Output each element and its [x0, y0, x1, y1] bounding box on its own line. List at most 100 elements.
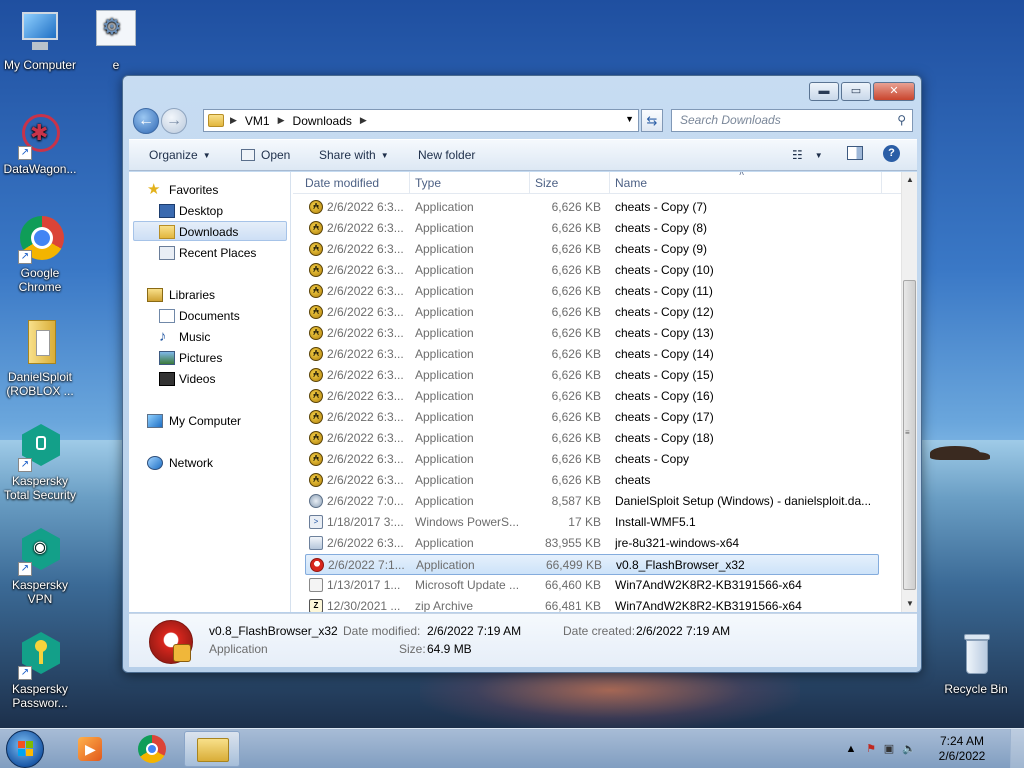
search-icon[interactable]: ⚲: [897, 110, 906, 131]
file-row[interactable]: ₳ 2/6/2022 6:3... Application 6,626 KB cheat…: [305, 449, 879, 470]
file-row[interactable]: ₳ 2/6/2022 6:3... Application 6,626 KB cheat…: [305, 344, 879, 365]
file-type: Application: [415, 410, 474, 424]
explorer-folder-icon: [197, 738, 229, 762]
show-desktop-button[interactable]: [1010, 729, 1024, 768]
desktop-icon-datawagon[interactable]: ✱ ↗ DataWagon...: [0, 112, 80, 176]
column-divider[interactable]: [409, 172, 410, 194]
file-row[interactable]: ₳ 2/6/2022 6:3... Application 6,626 KB cheat…: [305, 239, 879, 260]
nav-favorites[interactable]: ★ Favorites: [133, 180, 287, 200]
shortcut-arrow-icon: ↗: [18, 250, 32, 264]
breadcrumb-downloads[interactable]: Downloads: [293, 114, 352, 128]
file-row[interactable]: Z 12/30/2021 ... zip Archive 66,481 KB Win7A…: [305, 596, 879, 612]
nav-videos[interactable]: Videos: [133, 369, 287, 389]
file-row[interactable]: ₳ 2/6/2022 6:3... Application 6,626 KB cheat…: [305, 323, 879, 344]
file-name: jre-8u321-windows-x64: [615, 536, 740, 550]
taskbar-explorer[interactable]: [184, 731, 240, 767]
file-row[interactable]: ₳ 2/6/2022 6:3... Application 6,626 KB cheat…: [305, 281, 879, 302]
organize-button[interactable]: Organize ▼: [149, 148, 211, 162]
nav-music[interactable]: ♪ Music: [133, 327, 287, 347]
address-bar[interactable]: ▶ VM1 ▶ Downloads ▶ ▼: [203, 109, 639, 132]
file-row[interactable]: ₳ 2/6/2022 6:3... Application 6,626 KB cheat…: [305, 260, 879, 281]
file-row[interactable]: >1/18/2017 3:... Windows PowerS... 17 KB In…: [305, 512, 879, 533]
breadcrumb-chevron-icon[interactable]: ▶: [278, 115, 285, 126]
search-input[interactable]: Search Downloads ⚲: [671, 109, 913, 132]
taskbar: ▶ ▲ ⚑ ▣ 🔈 7:24 AM 2/6/2022: [0, 728, 1024, 768]
desktop-icon-recycle-bin[interactable]: Recycle Bin: [936, 632, 1016, 696]
column-divider[interactable]: [881, 172, 882, 194]
scroll-up-arrow-icon[interactable]: ▲: [902, 172, 917, 188]
show-hidden-icons-icon[interactable]: ▲: [844, 742, 858, 756]
file-row[interactable]: ₳ 2/6/2022 6:3... Application 6,626 KB cheat…: [305, 407, 879, 428]
share-with-button[interactable]: Share with ▼: [319, 148, 389, 162]
file-row[interactable]: 1/13/2017 1... Microsoft Update ... 66,460…: [305, 575, 879, 596]
refresh-button[interactable]: ⇆: [641, 109, 663, 132]
system-clock[interactable]: 7:24 AM 2/6/2022: [932, 734, 992, 764]
close-button[interactable]: ✕: [873, 82, 915, 101]
cheat-app-icon: ₳: [309, 473, 323, 487]
file-size: 6,626 KB: [551, 473, 601, 487]
desktop-icon-my-computer[interactable]: My Computer: [0, 8, 80, 72]
view-options-button[interactable]: ☷ ▼: [792, 148, 823, 162]
breadcrumb-vm1[interactable]: VM1: [245, 114, 270, 128]
nav-documents[interactable]: Documents: [133, 306, 287, 326]
minimize-button[interactable]: ▬: [809, 82, 839, 101]
file-size: 83,955 KB: [544, 536, 601, 550]
file-row[interactable]: ₳ 2/6/2022 6:3... Application 6,626 KB cheat…: [305, 428, 879, 449]
file-row[interactable]: ₳ 2/6/2022 6:3... Application 6,626 KB cheat…: [305, 470, 879, 491]
column-date-modified[interactable]: Date modified: [305, 176, 379, 190]
preview-pane-button[interactable]: [847, 146, 863, 163]
new-folder-button[interactable]: New folder: [418, 148, 475, 162]
desktop-icon-e[interactable]: ⚙ e: [76, 8, 156, 72]
nav-network[interactable]: Network: [133, 453, 287, 473]
file-size: 6,626 KB: [551, 284, 601, 298]
file-row[interactable]: ₳ 2/6/2022 6:3... Application 6,626 KB cheat…: [305, 218, 879, 239]
back-button[interactable]: ←: [133, 108, 159, 134]
action-center-flag-icon[interactable]: ⚑: [864, 742, 878, 756]
taskbar-media-player[interactable]: ▶: [62, 731, 118, 767]
column-divider[interactable]: [609, 172, 610, 194]
column-name[interactable]: Name: [615, 176, 647, 190]
file-row[interactable]: ₳ 2/6/2022 6:3... Application 6,626 KB cheat…: [305, 197, 879, 218]
file-row[interactable]: ₳ 2/6/2022 6:3... Application 6,626 KB cheat…: [305, 386, 879, 407]
settings-gear-icon: ⚙: [92, 8, 140, 56]
column-divider[interactable]: [529, 172, 530, 194]
help-button[interactable]: ?: [883, 145, 900, 162]
file-row[interactable]: 2/6/2022 7:0... Application 8,587 KB Daniel…: [305, 491, 879, 512]
forward-button[interactable]: →: [161, 108, 187, 134]
file-date-modified: 2/6/2022 6:3...: [327, 410, 404, 424]
maximize-button[interactable]: ▭: [841, 82, 871, 101]
desktop-icon-kaspersky-total-security[interactable]: ↗ Kaspersky Total Security: [0, 424, 80, 502]
nav-desktop[interactable]: Desktop: [133, 201, 287, 221]
details-size-value: 64.9 MB: [427, 642, 472, 656]
network-status-icon[interactable]: ▣: [882, 742, 896, 756]
nav-my-computer[interactable]: My Computer: [133, 411, 287, 431]
desktop-icon-google-chrome[interactable]: ↗ Google Chrome: [0, 216, 80, 294]
nav-downloads[interactable]: Downloads: [133, 221, 287, 241]
open-button[interactable]: Open: [241, 148, 290, 162]
vertical-scrollbar[interactable]: ▲ ≡ ▼: [901, 172, 917, 612]
desktop-icon-kaspersky-vpn[interactable]: ◉ ↗ Kaspersky VPN: [0, 528, 80, 606]
nav-libraries[interactable]: Libraries: [133, 285, 287, 305]
breadcrumb-chevron-icon[interactable]: ▶: [360, 115, 367, 126]
taskbar-chrome[interactable]: [124, 731, 180, 767]
nav-pictures[interactable]: Pictures: [133, 348, 287, 368]
volume-muted-icon[interactable]: 🔈: [902, 742, 916, 756]
file-row[interactable]: 2/6/2022 7:1... Application 66,499 KB v0.8_…: [305, 554, 879, 575]
file-date-modified: 2/6/2022 6:3...: [327, 452, 404, 466]
column-size[interactable]: Size: [535, 176, 558, 190]
file-row[interactable]: ₳ 2/6/2022 6:3... Application 6,626 KB cheat…: [305, 365, 879, 386]
start-button[interactable]: [6, 730, 44, 768]
nav-recent-places[interactable]: Recent Places: [133, 243, 287, 263]
file-type: Application: [416, 558, 475, 572]
desktop-icon-danielsploit[interactable]: DanielSploit (ROBLOX ...: [0, 320, 80, 398]
cheat-app-icon: ₳: [309, 326, 323, 340]
window-controls: ▬ ▭ ✕: [807, 82, 915, 101]
new-folder-label: New folder: [418, 148, 476, 162]
column-type[interactable]: Type: [415, 176, 441, 190]
file-row[interactable]: 2/6/2022 6:3... Application 83,955 KB jre-8…: [305, 533, 879, 554]
breadcrumb-chevron-icon[interactable]: ▶: [230, 115, 237, 126]
desktop-icon-kaspersky-password[interactable]: ↗ Kaspersky Passwor...: [0, 632, 80, 710]
file-row[interactable]: ₳ 2/6/2022 6:3... Application 6,626 KB cheat…: [305, 302, 879, 323]
scroll-down-arrow-icon[interactable]: ▼: [902, 596, 917, 612]
address-dropdown-icon[interactable]: ▼: [625, 114, 634, 124]
